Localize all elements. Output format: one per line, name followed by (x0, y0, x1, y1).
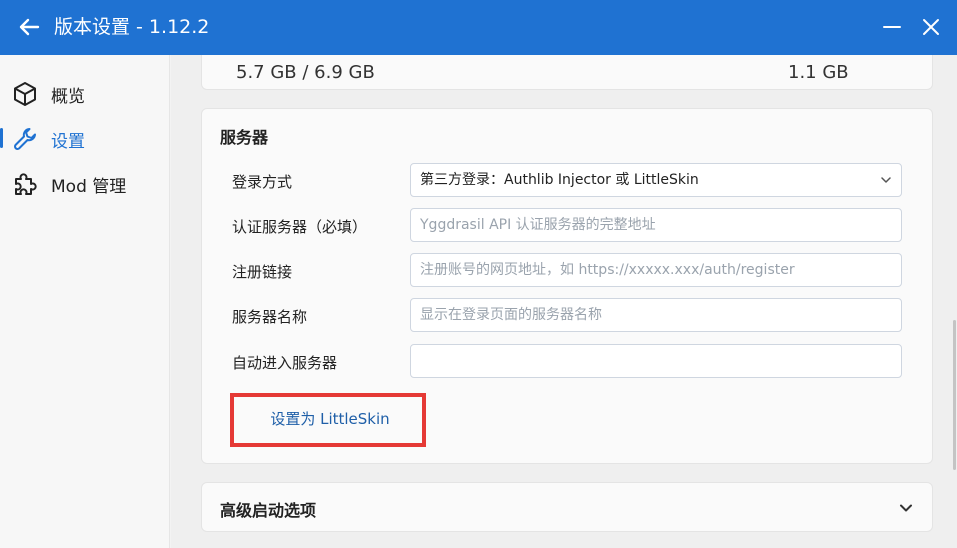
sidebar-item-label: Mod 管理 (51, 177, 127, 197)
active-indicator (0, 128, 3, 148)
scrollbar[interactable] (953, 320, 956, 470)
login-method-value: 第三方登录：Authlib Injector 或 LittleSkin (420, 172, 699, 188)
chevron-down-icon[interactable] (898, 500, 914, 516)
minimize-button[interactable] (877, 12, 907, 42)
sidebar-item-overview[interactable]: 概览 (0, 73, 170, 113)
memory-used: 5.7 GB / 6.9 GB (236, 62, 375, 83)
cube-icon (14, 82, 36, 106)
window-title: 版本设置 - 1.12.2 (54, 16, 210, 38)
minimize-icon (883, 26, 901, 28)
sidebar-item-label: 概览 (51, 87, 85, 107)
main-content: 5.7 GB / 6.9 GB 1.1 GB 服务器 登录方式 第三方登录：Au… (171, 55, 957, 548)
server-name-input[interactable] (410, 298, 902, 332)
login-method-select[interactable]: 第三方登录：Authlib Injector 或 LittleSkin (410, 163, 902, 197)
advanced-options-card[interactable]: 高级启动选项 (201, 482, 933, 532)
arrow-left-icon (19, 18, 40, 36)
auto-join-input[interactable] (410, 344, 902, 378)
puzzle-icon (15, 173, 37, 195)
sidebar: 概览 设置 Mod 管理 (0, 55, 170, 548)
chevron-down-icon (881, 177, 891, 183)
memory-allocated: 1.1 GB (788, 62, 849, 83)
login-method-label: 登录方式 (232, 173, 293, 191)
close-icon (923, 19, 939, 35)
auth-server-input[interactable] (410, 208, 902, 242)
section-title: 服务器 (220, 128, 269, 147)
server-card: 服务器 登录方式 第三方登录：Authlib Injector 或 Little… (201, 108, 933, 464)
advanced-options-title: 高级启动选项 (220, 501, 317, 520)
sidebar-item-mods[interactable]: Mod 管理 (0, 163, 170, 203)
auto-join-label: 自动进入服务器 (232, 354, 338, 372)
close-button[interactable] (916, 12, 946, 42)
register-link-input[interactable] (410, 253, 902, 287)
highlight-box (230, 393, 426, 447)
server-name-label: 服务器名称 (232, 308, 308, 326)
back-button[interactable] (14, 12, 44, 42)
sidebar-item-label: 设置 (51, 132, 85, 152)
title-bar: 版本设置 - 1.12.2 (0, 0, 957, 55)
wrench-icon (14, 128, 36, 150)
register-link-label: 注册链接 (232, 263, 293, 281)
sidebar-item-settings[interactable]: 设置 (0, 118, 170, 158)
auth-server-label: 认证服务器（必填） (232, 218, 368, 236)
memory-card: 5.7 GB / 6.9 GB 1.1 GB (201, 55, 933, 90)
